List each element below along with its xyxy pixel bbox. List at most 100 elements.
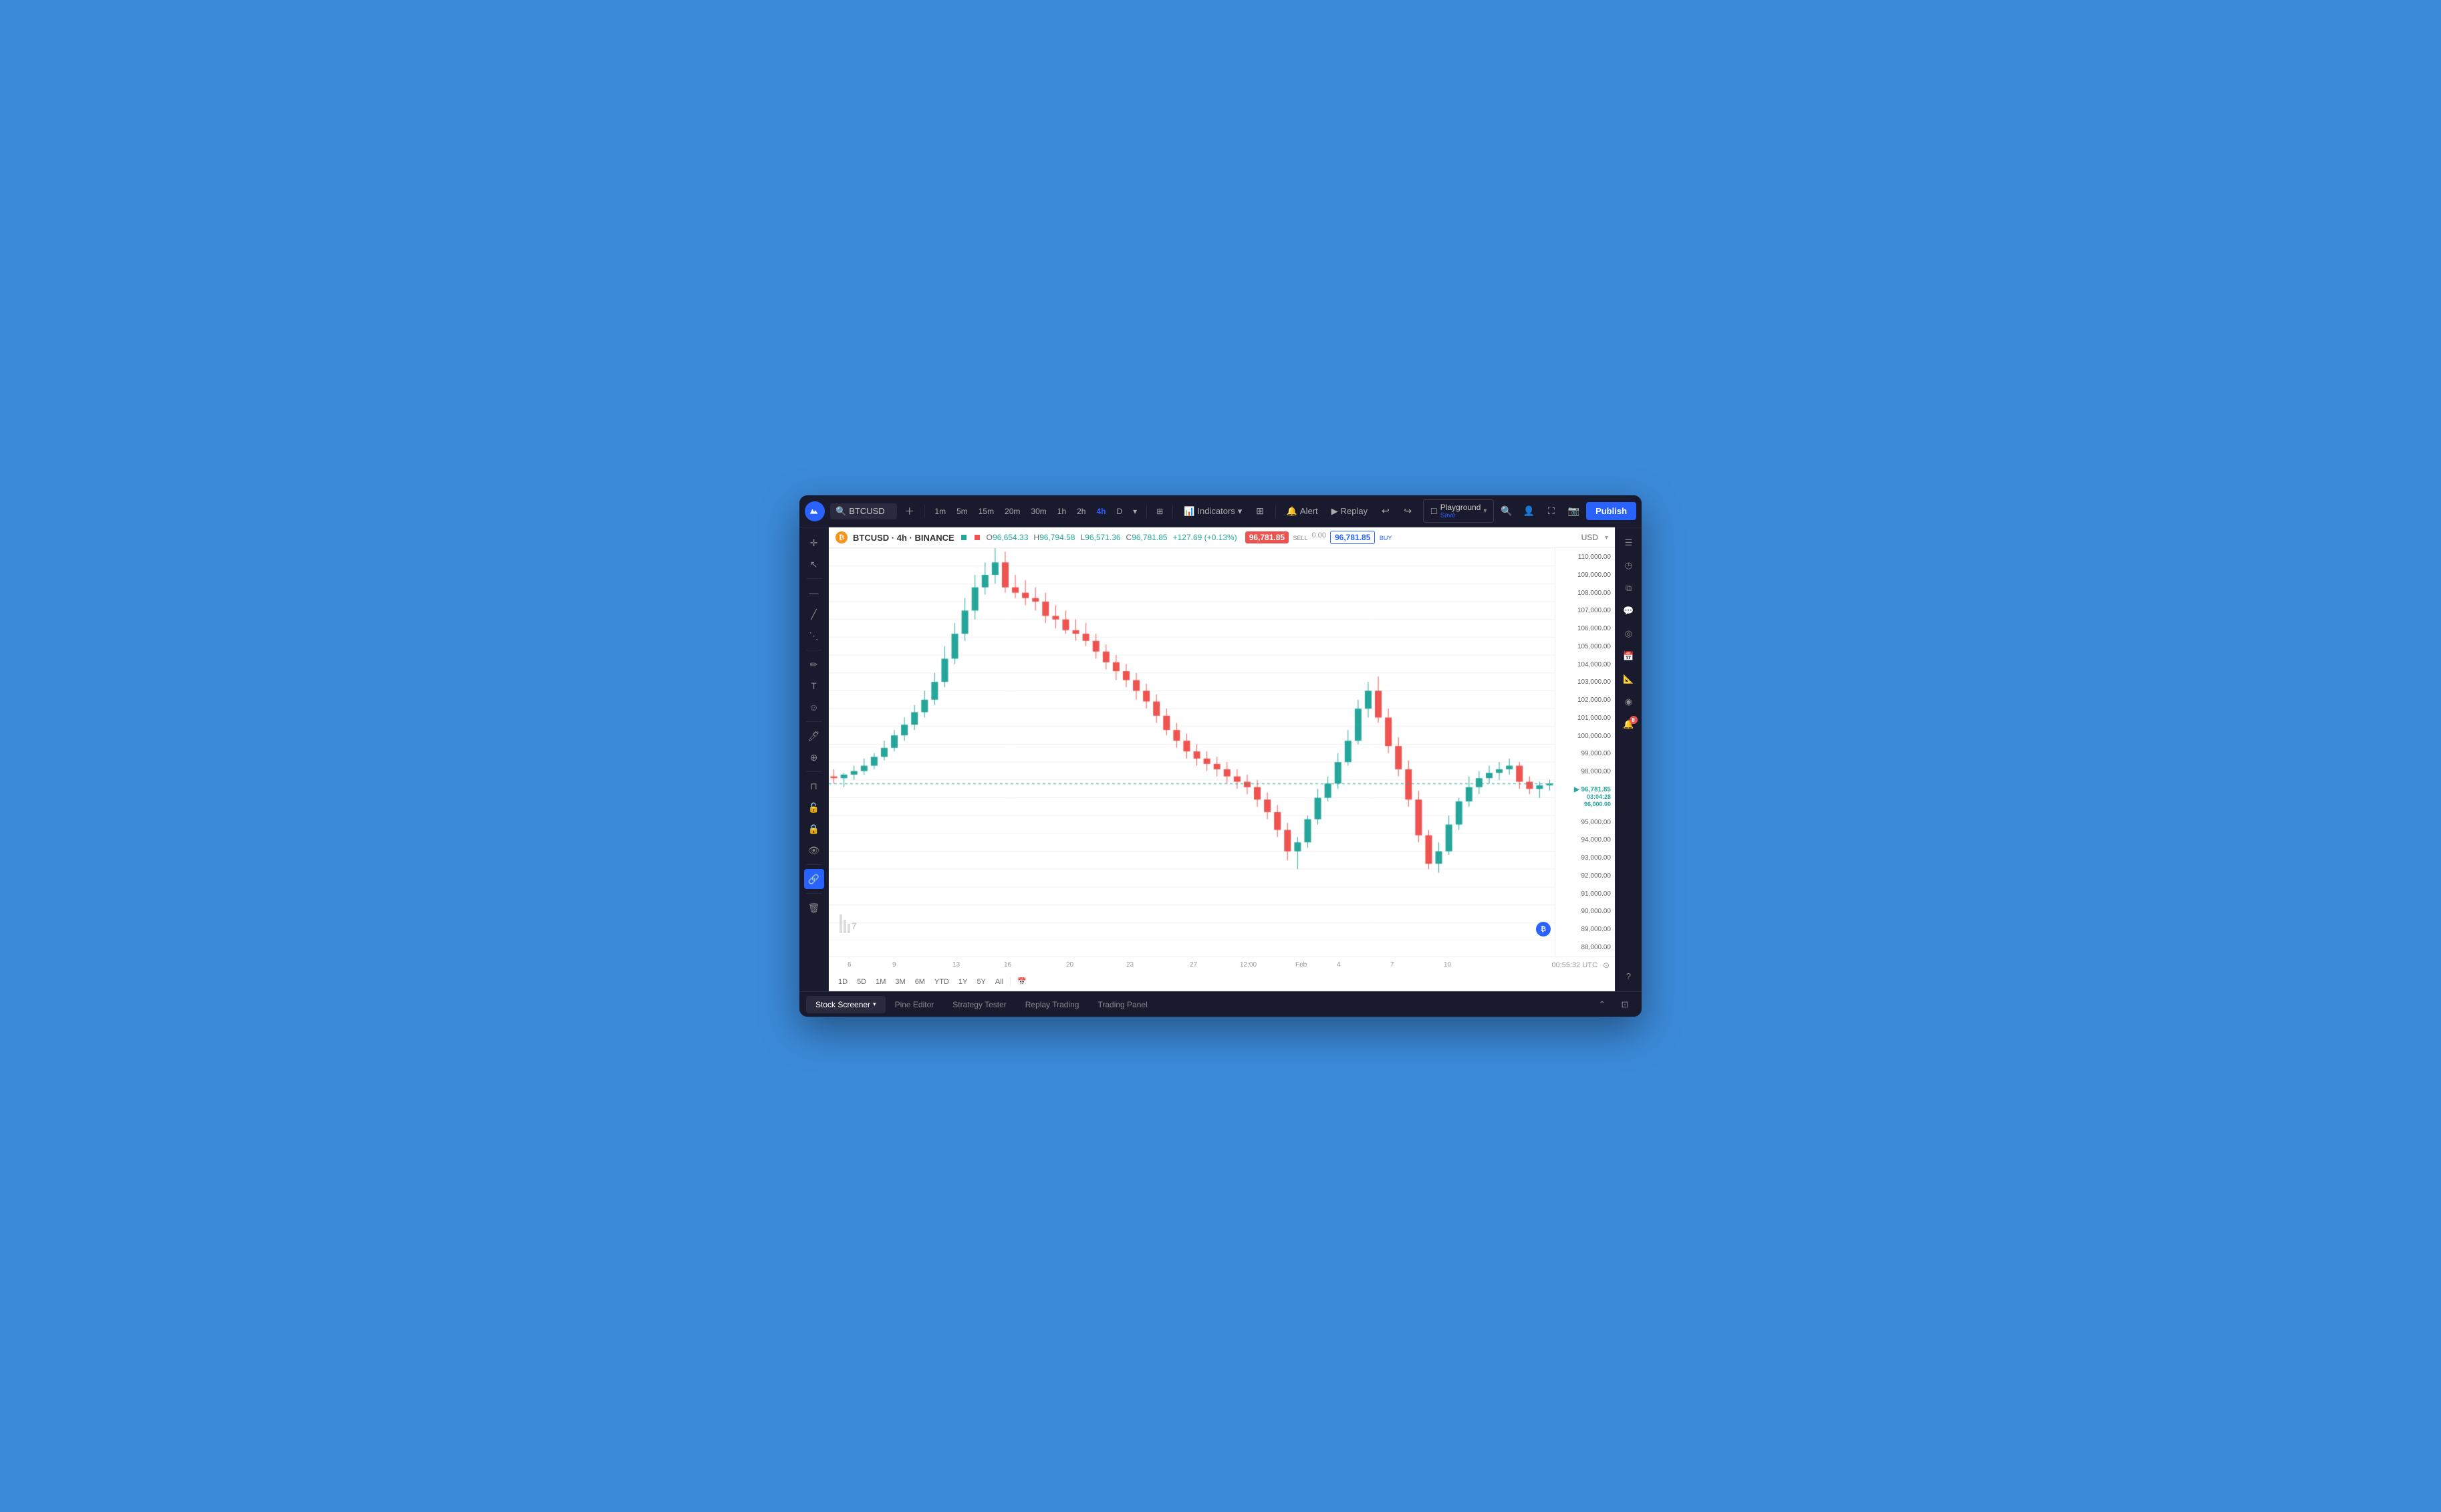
tf-all[interactable]: All [991,976,1007,988]
emoji-tool[interactable]: ☺ [804,697,824,717]
save-label: Save [1440,512,1481,519]
tf-5m[interactable]: 5m [952,504,972,519]
indicators-label: Indicators [1197,506,1235,516]
tf-1d[interactable]: 1D [834,976,852,988]
chart-type-btn[interactable]: ⊞ [1152,504,1167,519]
date-range-icon[interactable]: 📅 [1013,975,1031,988]
rss-btn[interactable]: ◉ [1619,692,1639,712]
magnet-tool[interactable]: ⊓ [804,776,824,796]
buy-sell-group: 96,781.85 SELL 0.00 96,781.85 BUY [1245,531,1392,543]
logo[interactable] [805,501,825,521]
tf-1m[interactable]: 1M [872,976,890,988]
indicators-btn[interactable]: 📊 Indicators ▾ [1178,503,1247,519]
bell-btn[interactable]: 🔔 8 [1619,715,1639,735]
tf-30m[interactable]: 30m [1027,504,1050,519]
main-window: 🔍 BTCUSD ＋ 1m 5m 15m 20m 30m 1h 2h 4h D … [799,495,1642,1017]
layers-btn[interactable]: ⧉ [1619,578,1639,598]
calendar-rt-btn[interactable]: 📅 [1619,646,1639,666]
tab-strategy-tester[interactable]: Strategy Tester [943,996,1015,1013]
collapse-btn[interactable]: ⌃ [1592,995,1612,1015]
chat-btn[interactable]: 💬 [1619,601,1639,621]
eye-tool[interactable]: 👁 [804,840,824,860]
trash-tool[interactable]: 🗑 [804,898,824,918]
playground-save-btn[interactable]: ☐ Playground Save ▾ [1423,499,1495,523]
tf-20m[interactable]: 20m [1001,504,1024,519]
status-dot [961,535,967,540]
tf-dropdown[interactable]: ▾ [1129,504,1141,519]
brush-tool[interactable]: 🖊 [804,726,824,746]
divider-1 [924,505,925,518]
price-axis: 110,000.00 109,000.00 108,000.00 107,000… [1555,548,1615,957]
text-tool[interactable]: T [804,676,824,696]
price-100k: 100,000.00 [1559,733,1611,740]
replay-btn[interactable]: ▶ Replay [1326,503,1373,519]
tf-1m[interactable]: 1m [930,504,950,519]
templates-btn[interactable]: ⊞ [1250,501,1269,521]
screener-btn[interactable]: ◎ [1619,624,1639,644]
price-93k: 93,000.00 [1559,854,1611,862]
horizontal-line-tool[interactable]: — [804,583,824,603]
spread-value: 0.00 [1312,531,1326,543]
lt-div-5 [806,864,822,865]
tf-range-div [1010,977,1011,987]
crosshair-tool[interactable]: ✛ [804,533,824,553]
replay-icon: ▶ [1331,506,1338,517]
alert-btn[interactable]: 🔔 Alert [1281,503,1323,519]
zoom-tool[interactable]: ⊕ [804,747,824,767]
add-symbol-btn[interactable]: ＋ [900,501,919,521]
price-91k: 91,000.00 [1559,890,1611,898]
tf-1h[interactable]: 1h [1053,504,1070,519]
watchlist-btn[interactable]: ☰ [1619,533,1639,553]
price-104k: 104,000.00 [1559,661,1611,668]
divider-4 [1275,505,1276,518]
lock1-tool[interactable]: 🔓 [804,797,824,817]
expand-btn[interactable]: ⊡ [1615,995,1635,1015]
search-btn[interactable]: 🔍 [1497,501,1516,521]
camera-btn[interactable]: 📷 [1564,501,1583,521]
tf-15m[interactable]: 15m [975,504,998,519]
ruler-btn[interactable]: 📐 [1619,669,1639,689]
tf-1y[interactable]: 1Y [954,976,971,988]
crypto-badge[interactable]: ₿ [1536,922,1551,936]
tab-replay-trading[interactable]: Replay Trading [1016,996,1089,1013]
time-20: 20 [1066,961,1073,969]
lock2-tool[interactable]: 🔒 [804,819,824,839]
tab-stock-screener[interactable]: Stock Screener ▾ [806,996,886,1013]
chart-container: ₿ BTCUSD · 4h · BINANCE O96,654.33 H96,7… [829,527,1615,991]
bottom-right-icons: ⌃ ⊡ [1592,995,1635,1015]
pen-tool[interactable]: ✏ [804,654,824,674]
symbol-text: BTCUSD [849,506,884,516]
tab-pine-editor[interactable]: Pine Editor [886,996,944,1013]
tf-2h[interactable]: 2h [1073,504,1089,519]
tab-strategy-label: Strategy Tester [952,1000,1006,1009]
tab-stock-screener-label: Stock Screener [815,1000,870,1009]
indicators-icon: 📊 [1184,506,1194,517]
tf-d[interactable]: D [1113,504,1127,519]
price-chart[interactable] [829,548,1555,940]
symbol-search[interactable]: 🔍 BTCUSD [830,503,897,519]
tf-4h[interactable]: 4h [1092,504,1110,519]
chart-symbol: BTCUSD · 4h · BINANCE [853,533,954,543]
ohlc-low: L96,571.36 [1080,533,1120,542]
fullscreen-btn[interactable]: ⛶ [1541,501,1561,521]
price-98k: 98,000.00 [1559,768,1611,775]
chart-wrap[interactable]: 110,000.00 109,000.00 108,000.00 107,000… [829,548,1615,957]
tab-trading-panel[interactable]: Trading Panel [1088,996,1156,1013]
tf-3m[interactable]: 3M [891,976,909,988]
redo-btn[interactable]: ↪ [1398,501,1418,521]
user-btn[interactable]: 👤 [1519,501,1539,521]
undo-btn[interactable]: ↩ [1376,501,1395,521]
tf-5d[interactable]: 5D [853,976,870,988]
tf-6m[interactable]: 6M [911,976,929,988]
link-tool[interactable]: 🔗 [804,869,824,889]
trend-line-tool[interactable]: ╱ [804,604,824,624]
help-btn[interactable]: ? [1619,966,1639,986]
publish-btn[interactable]: Publish [1586,502,1636,520]
tf-ytd[interactable]: YTD [930,976,953,988]
tf-5y[interactable]: 5Y [973,976,989,988]
multi-tool[interactable]: ⋱ [804,626,824,646]
cursor-tool[interactable]: ↖ [804,554,824,574]
price-89k: 89,000.00 [1559,926,1611,933]
history-btn[interactable]: ◷ [1619,555,1639,576]
time-settings-btn[interactable]: ⊙ [1603,961,1610,970]
